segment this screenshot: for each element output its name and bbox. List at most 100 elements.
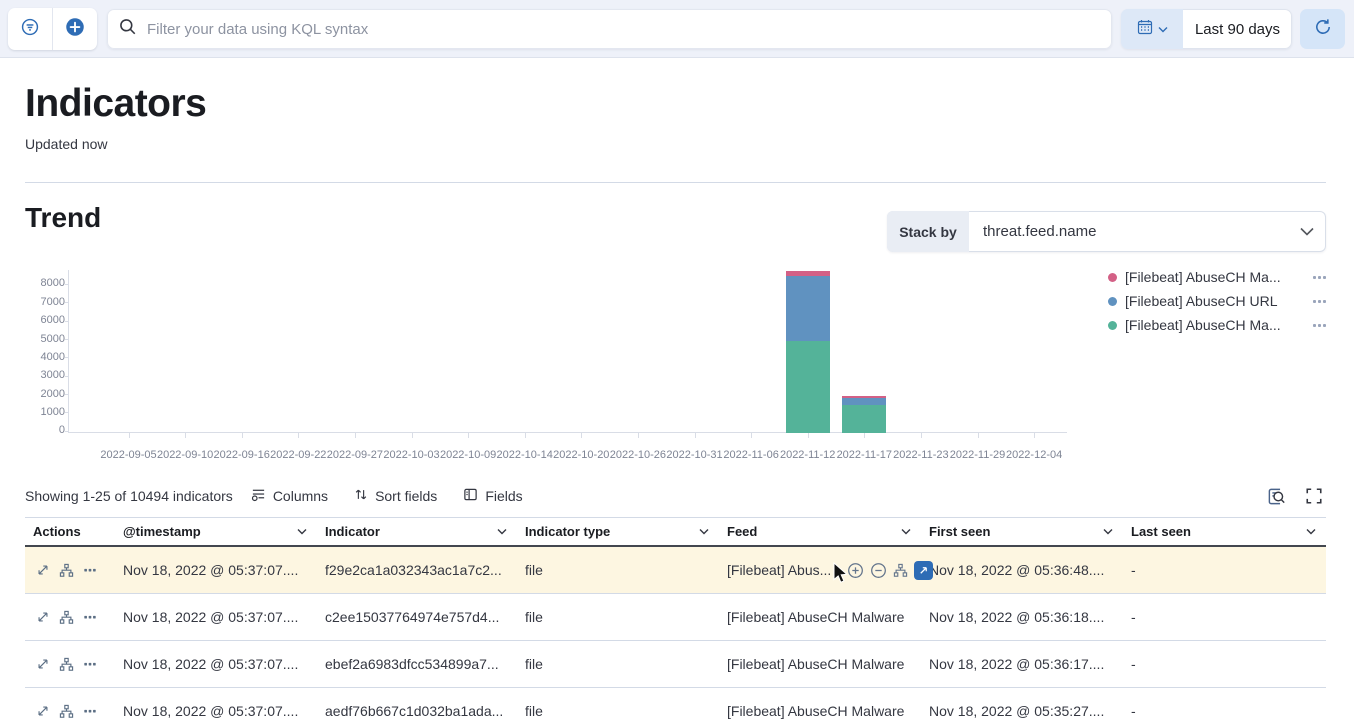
last-seen-cell: - [1123, 594, 1326, 640]
open-detail-icon[interactable] [36, 610, 50, 624]
legend-item[interactable]: [Filebeat] AbuseCH Ma... [1108, 265, 1328, 289]
more-actions-icon[interactable] [83, 563, 97, 577]
kql-filter-input[interactable] [147, 21, 1100, 38]
open-detail-icon[interactable] [36, 704, 50, 718]
indicator-cell: aedf76b667c1d032ba1ada... [317, 688, 517, 721]
first-seen-cell: Nov 18, 2022 @ 05:36:17.... [921, 641, 1123, 687]
fullscreen-icon[interactable] [1302, 484, 1326, 508]
chevron-down-icon [497, 528, 507, 535]
stack-by-select[interactable]: Stack by threat.feed.name [887, 211, 1326, 252]
row-actions-cell [25, 547, 115, 593]
more-actions-icon[interactable] [83, 704, 97, 718]
chevron-down-icon [901, 528, 911, 535]
legend-label: [Filebeat] AbuseCH URL [1125, 293, 1303, 309]
table-row: Nov 18, 2022 @ 05:37:07.... f29e2ca1a032… [25, 547, 1326, 594]
stack-by-value: threat.feed.name [969, 211, 1300, 252]
investigate-in-timeline-icon[interactable] [59, 610, 74, 625]
page-title: Indicators [25, 82, 206, 126]
column-header-last-seen[interactable]: Last seen [1123, 518, 1326, 545]
chart-legend: [Filebeat] AbuseCH Ma... [Filebeat] Abus… [1108, 265, 1328, 337]
last-seen-cell: - [1123, 547, 1326, 593]
chevron-down-icon [1103, 528, 1113, 535]
fields-label: Fields [485, 488, 522, 504]
row-actions-cell [25, 641, 115, 687]
table-row: Nov 18, 2022 @ 05:37:07.... ebef2a6983df… [25, 641, 1326, 688]
chevron-down-icon [699, 528, 709, 535]
timestamp-cell: Nov 18, 2022 @ 05:37:07.... [115, 547, 317, 593]
more-actions-icon[interactable] [83, 657, 97, 671]
filter-out-icon[interactable] [870, 562, 887, 579]
investigate-in-timeline-icon[interactable] [59, 704, 74, 719]
legend-label: [Filebeat] AbuseCH Ma... [1125, 269, 1303, 285]
add-filter-icon [65, 17, 85, 42]
legend-more-actions-icon[interactable] [1311, 298, 1328, 305]
table-row: Nov 18, 2022 @ 05:37:07.... aedf76b667c1… [25, 688, 1326, 721]
feed-cell: [Filebeat] AbuseCH Malware [719, 594, 921, 640]
row-actions-cell [25, 688, 115, 721]
chart-plot-area: 0100020003000400050006000700080002022-09… [68, 270, 1067, 433]
showing-count: Showing 1-25 of 10494 indicators [25, 488, 233, 504]
legend-dot-pink [1108, 273, 1117, 282]
feed-cell: [Filebeat] AbuseCH Malware [719, 641, 921, 687]
indicator-type-cell: file [517, 688, 719, 721]
date-range-control: Last 90 days [1121, 9, 1292, 49]
chevron-down-icon [1300, 211, 1326, 252]
investigate-in-timeline-icon[interactable] [59, 563, 74, 578]
calendar-icon [1137, 19, 1153, 40]
y-axis-tick-label: 4000 [31, 351, 65, 363]
columns-button[interactable]: Columns [251, 487, 328, 505]
legend-more-actions-icon[interactable] [1311, 322, 1328, 329]
updated-status: Updated now [25, 136, 108, 152]
trend-bar-chart: 0100020003000400050006000700080002022-09… [30, 270, 1075, 465]
inspect-icon[interactable] [1264, 484, 1288, 508]
column-header-feed[interactable]: Feed [719, 518, 921, 545]
y-axis-tick-label: 7000 [31, 296, 65, 308]
column-header-indicator[interactable]: Indicator [317, 518, 517, 545]
query-topbar: Last 90 days [0, 0, 1354, 58]
fields-button[interactable]: Fields [463, 487, 522, 505]
cell-hover-actions [847, 547, 933, 593]
saved-query-menu-icon [21, 18, 39, 41]
row-actions-cell [25, 594, 115, 640]
column-header-actions: Actions [25, 518, 115, 545]
date-quick-select-button[interactable] [1121, 9, 1183, 49]
feed-cell: [Filebeat] AbuseCH Malware [719, 688, 921, 721]
saved-query-menu-button[interactable] [8, 8, 52, 50]
last-seen-cell: - [1123, 641, 1326, 687]
bar-segment [786, 276, 830, 341]
legend-item[interactable]: [Filebeat] AbuseCH Ma... [1108, 313, 1328, 337]
legend-dot-blue [1108, 297, 1117, 306]
more-actions-icon[interactable] [83, 610, 97, 624]
time-range-button[interactable]: Last 90 days [1183, 9, 1292, 49]
bar-segment [786, 271, 830, 276]
open-detail-icon[interactable] [36, 563, 50, 577]
filter-for-icon[interactable] [847, 562, 864, 579]
sort-fields-label: Sort fields [375, 488, 437, 504]
add-to-timeline-icon[interactable] [893, 563, 908, 578]
column-header-first-seen[interactable]: First seen [921, 518, 1123, 545]
time-range-label: Last 90 days [1195, 21, 1280, 38]
y-axis-tick-label: 3000 [31, 369, 65, 381]
bar-segment [842, 396, 886, 398]
add-filter-button[interactable] [52, 8, 97, 50]
fields-icon [463, 487, 478, 505]
last-seen-cell: - [1123, 688, 1326, 721]
expand-cell-icon[interactable] [914, 561, 933, 580]
chevron-down-icon [1158, 20, 1168, 38]
legend-more-actions-icon[interactable] [1311, 274, 1328, 281]
open-detail-icon[interactable] [36, 657, 50, 671]
indicator-cell: c2ee15037764974e757d4... [317, 594, 517, 640]
bar-segment [842, 398, 886, 404]
x-axis-tick-label: 2022-12-04 [994, 449, 1074, 461]
indicators-table: Actions @timestamp Indicator Indicator t… [25, 517, 1326, 721]
investigate-in-timeline-icon[interactable] [59, 657, 74, 672]
column-header-indicator-type[interactable]: Indicator type [517, 518, 719, 545]
sort-fields-icon [354, 487, 368, 505]
refresh-button[interactable] [1300, 9, 1345, 49]
column-header-timestamp[interactable]: @timestamp [115, 518, 317, 545]
y-axis-tick-label: 5000 [31, 333, 65, 345]
sort-fields-button[interactable]: Sort fields [354, 487, 437, 505]
legend-item[interactable]: [Filebeat] AbuseCH URL [1108, 289, 1328, 313]
table-toolbar: Showing 1-25 of 10494 indicators Columns… [25, 482, 1326, 510]
bar-segment [786, 341, 830, 433]
